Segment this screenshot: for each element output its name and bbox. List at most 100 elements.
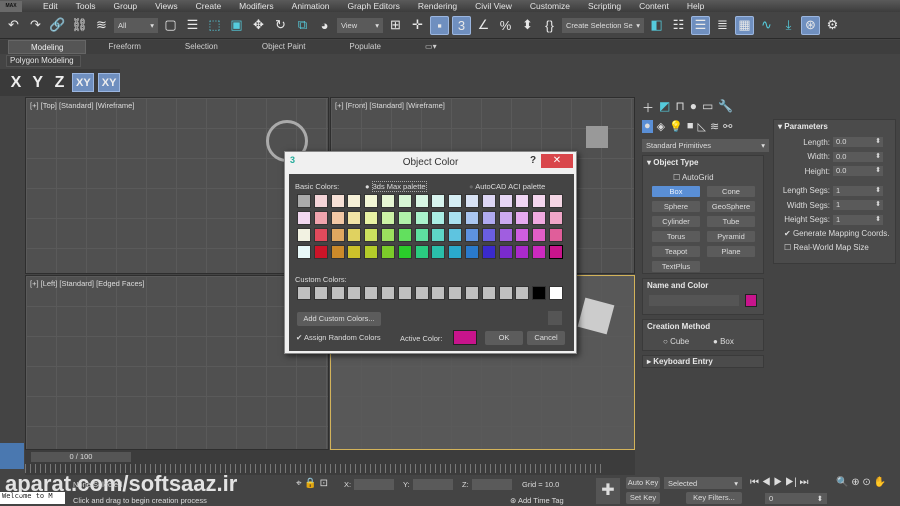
polygon-modeling-panel[interactable]: Polygon Modeling xyxy=(6,55,81,67)
cube-radio[interactable]: ○ Cube xyxy=(663,337,689,346)
viewport-nav-icons[interactable]: 🔍 ⊕ ⊙ ✋ xyxy=(836,477,886,488)
menu-animation[interactable]: Animation xyxy=(283,1,339,11)
color-swatch[interactable] xyxy=(465,194,479,208)
viewport-label[interactable]: [+] [Left] [Standard] [Edged Faces] xyxy=(30,279,144,288)
material-editor-icon[interactable]: ⊛ xyxy=(801,15,820,35)
color-swatch[interactable] xyxy=(549,194,563,208)
object-type-header[interactable]: ▾ Object Type xyxy=(643,156,763,169)
custom-color-swatch[interactable] xyxy=(330,286,345,300)
layer-explorer-icon[interactable]: ≣ xyxy=(713,16,732,35)
set-key-button[interactable]: Set Key xyxy=(626,492,660,504)
color-swatch[interactable] xyxy=(498,228,513,242)
color-swatch[interactable] xyxy=(532,194,547,208)
color-swatch[interactable] xyxy=(297,194,311,208)
ribbon-options-icon[interactable]: ▭▾ xyxy=(403,40,459,54)
custom-color-swatch[interactable] xyxy=(297,286,311,300)
color-swatch[interactable] xyxy=(498,245,513,259)
object-type-cylinder-button[interactable]: Cylinder xyxy=(652,216,700,227)
current-frame-input[interactable]: 0 ⬍ xyxy=(765,493,827,504)
color-swatch[interactable] xyxy=(448,194,463,208)
color-swatch[interactable] xyxy=(465,228,479,242)
viewcube-icon[interactable] xyxy=(586,126,608,148)
color-swatch[interactable] xyxy=(549,228,563,242)
modify-tab-icon[interactable]: ◩ xyxy=(659,99,670,116)
scale-icon[interactable]: ⧉ xyxy=(293,16,312,35)
menu-help[interactable]: Help xyxy=(678,1,713,11)
color-swatch[interactable] xyxy=(515,211,530,225)
unlink-icon[interactable]: ⛓ xyxy=(70,16,89,35)
x-coordinate-input[interactable] xyxy=(354,479,394,490)
color-swatch[interactable] xyxy=(364,245,379,259)
select-by-name-icon[interactable]: ☰ xyxy=(183,16,202,35)
color-swatch[interactable] xyxy=(431,211,446,225)
color-swatch[interactable] xyxy=(330,194,345,208)
axis-z-button[interactable]: Z xyxy=(51,74,69,92)
viewport-label[interactable]: [+] [Top] [Standard] [Wireframe] xyxy=(30,101,134,110)
menu-graph-editors[interactable]: Graph Editors xyxy=(338,1,408,11)
autogrid-checkbox[interactable]: ☐ AutoGrid xyxy=(673,173,714,182)
rect-selection-icon[interactable]: ⬚ xyxy=(205,16,224,35)
viewport-layout-icon[interactable] xyxy=(0,443,24,469)
tab-selection[interactable]: Selection xyxy=(163,40,240,54)
color-swatch[interactable] xyxy=(414,245,429,259)
color-swatch[interactable] xyxy=(414,211,429,225)
object-type-cone-button[interactable]: Cone xyxy=(707,186,755,197)
object-type-pyramid-button[interactable]: Pyramid xyxy=(707,231,755,242)
creation-method-header[interactable]: Creation Method xyxy=(643,320,763,333)
tab-modeling[interactable]: Modeling xyxy=(8,40,87,54)
color-swatch[interactable] xyxy=(313,211,328,225)
percent-snap-icon[interactable]: % xyxy=(496,16,515,35)
add-time-tag[interactable]: ⊛ Add Time Tag xyxy=(510,496,564,505)
ribbon-toggle-icon[interactable]: ▦ xyxy=(735,15,754,35)
custom-color-swatch[interactable] xyxy=(532,286,547,300)
tab-populate[interactable]: Populate xyxy=(327,40,403,54)
color-swatch[interactable] xyxy=(381,194,395,208)
color-swatch[interactable] xyxy=(498,194,513,208)
color-swatch[interactable] xyxy=(313,228,328,242)
color-swatch[interactable] xyxy=(481,194,496,208)
link-icon[interactable]: 🔗 xyxy=(48,16,67,35)
mirror-icon[interactable]: ◧ xyxy=(647,16,666,35)
menu-create[interactable]: Create xyxy=(187,1,231,11)
create-tab-icon[interactable]: ＋ xyxy=(642,99,654,116)
color-swatch[interactable] xyxy=(515,194,530,208)
menu-rendering[interactable]: Rendering xyxy=(409,1,466,11)
motion-tab-icon[interactable]: ● xyxy=(690,99,697,116)
window-crossing-icon[interactable]: ▣ xyxy=(227,16,246,35)
gen-mapping-checkbox[interactable]: ✔ Generate Mapping Coords. xyxy=(774,229,895,238)
add-custom-colors-button[interactable]: Add Custom Colors... xyxy=(297,312,381,326)
parameters-header[interactable]: ▾ Parameters xyxy=(774,120,895,133)
custom-color-swatch[interactable] xyxy=(381,286,395,300)
ref-coord-dropdown[interactable]: View ▾ xyxy=(337,17,383,33)
color-swatch[interactable] xyxy=(330,245,345,259)
color-swatch[interactable] xyxy=(549,245,563,259)
lights-icon[interactable]: 💡 xyxy=(669,120,683,133)
cameras-icon[interactable]: ■ xyxy=(687,120,694,133)
keyboard-entry-rollout[interactable]: ▸ Keyboard Entry xyxy=(642,355,764,368)
color-swatch[interactable] xyxy=(313,194,328,208)
snap-toggle-icon[interactable]: 3 xyxy=(452,15,471,35)
name-color-header[interactable]: Name and Color xyxy=(643,279,763,292)
pivot-icon[interactable]: ⊞ xyxy=(386,16,405,35)
color-swatch[interactable] xyxy=(364,211,379,225)
color-swatch[interactable] xyxy=(481,211,496,225)
color-swatch[interactable] xyxy=(381,228,395,242)
helpers-icon[interactable]: ◺ xyxy=(697,120,705,133)
spacewarps-icon[interactable]: ≋ xyxy=(710,120,719,133)
axis-xy-cycle-button[interactable]: XY xyxy=(98,73,120,92)
axis-xy-button[interactable]: XY xyxy=(72,73,95,92)
custom-color-swatch[interactable] xyxy=(397,286,412,300)
edit-named-sets-icon[interactable]: {} xyxy=(540,16,559,35)
color-swatch[interactable] xyxy=(532,245,547,259)
object-color-swatch[interactable] xyxy=(745,294,757,307)
spinner-snap-icon[interactable]: ⬍ xyxy=(518,16,537,35)
color-swatch[interactable] xyxy=(465,245,479,259)
color-swatch[interactable] xyxy=(397,228,412,242)
color-swatch[interactable] xyxy=(364,228,379,242)
color-picker-icon[interactable] xyxy=(548,311,562,325)
color-swatch[interactable] xyxy=(448,245,463,259)
viewport-label[interactable]: [+] [Front] [Standard] [Wireframe] xyxy=(335,101,445,110)
parameter-spinner[interactable]: 1 xyxy=(833,214,883,225)
parameter-spinner[interactable]: 0.0 xyxy=(833,166,883,177)
color-swatch[interactable] xyxy=(431,194,446,208)
